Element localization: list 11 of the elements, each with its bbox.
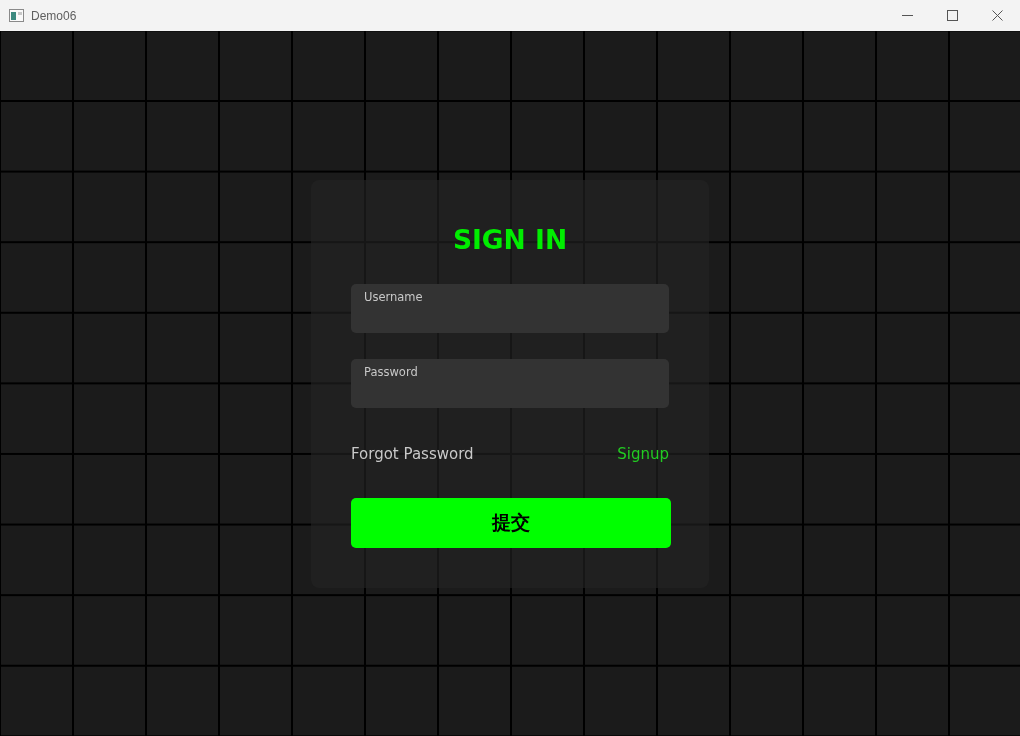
app-window-icon (9, 9, 24, 22)
maximize-icon (947, 10, 958, 21)
signup-link[interactable]: Signup (617, 443, 669, 464)
username-field[interactable]: Username (351, 283, 669, 333)
forgot-password-link[interactable]: Forgot Password (351, 443, 474, 464)
sign-in-heading: SIGN IN (452, 222, 568, 257)
submit-button[interactable]: 提交 (351, 497, 671, 548)
password-field[interactable]: Password (351, 358, 669, 408)
close-icon (992, 10, 1003, 21)
window-title: Demo06 (31, 8, 78, 23)
minimize-icon (902, 15, 913, 16)
